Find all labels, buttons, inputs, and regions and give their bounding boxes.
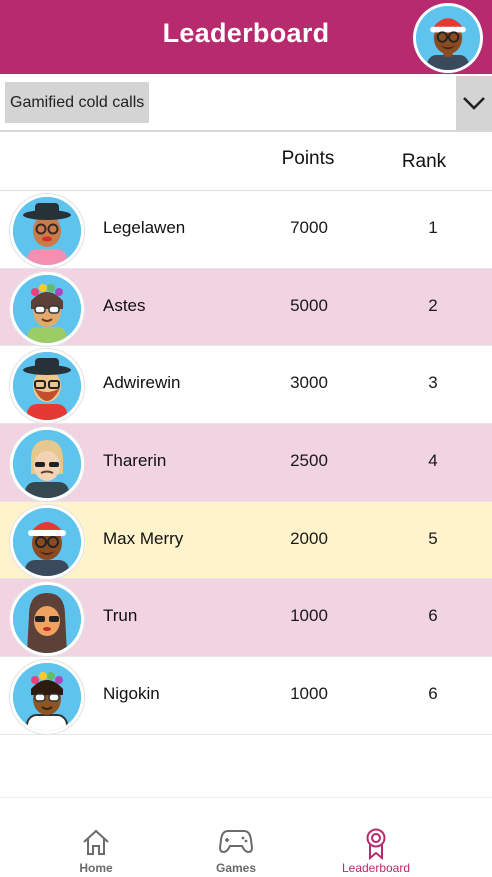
avatar: [9, 659, 85, 736]
bottom-nav: Home Games Leaderboard: [0, 797, 492, 877]
player-name: Trun: [103, 606, 138, 626]
leaderboard-list: Legelawen 7000 1 Astes 5000 2 Adwirewin …: [0, 191, 492, 736]
player-rank: 6: [428, 684, 438, 704]
player-rank: 2: [428, 295, 438, 315]
player-name: Adwirewin: [103, 373, 181, 393]
game-filter-value[interactable]: Gamified cold calls: [5, 82, 150, 123]
chevron-down-icon[interactable]: [456, 76, 492, 130]
leaderboard-row[interactable]: Tharerin 2500 4: [0, 424, 492, 503]
leaderboard-row[interactable]: Astes 5000 2: [0, 268, 492, 347]
app-header: Leaderboard: [0, 0, 492, 74]
player-points: 1000: [290, 684, 328, 704]
award-ribbon-icon: [294, 828, 458, 860]
leaderboard-row[interactable]: Trun 1000 6: [0, 579, 492, 658]
column-header-points: Points: [281, 148, 335, 169]
game-filter-dropdown[interactable]: Gamified cold calls: [0, 74, 492, 132]
leaderboard-row-current-user[interactable]: Max Merry 2000 5: [0, 501, 492, 580]
player-points: 5000: [290, 295, 328, 315]
leaderboard-row[interactable]: Nigokin 1000 6: [0, 657, 492, 736]
player-points: 2500: [290, 451, 328, 471]
avatar: [416, 6, 480, 70]
player-name: Tharerin: [103, 451, 167, 471]
player-rank: 3: [428, 373, 438, 393]
avatar: [9, 426, 85, 503]
avatar: [9, 348, 85, 425]
avatar: [9, 581, 85, 658]
player-rank: 5: [428, 528, 438, 548]
player-rank: 1: [428, 218, 438, 237]
avatar: [9, 193, 85, 269]
player-name: Nigokin: [103, 684, 160, 704]
avatar: [9, 503, 85, 580]
player-name: Astes: [103, 295, 146, 315]
column-header-rank: Rank: [401, 151, 447, 172]
nav-leaderboard-label: Leaderboard: [341, 861, 411, 875]
leaderboard-row[interactable]: Legelawen 7000 1: [0, 191, 492, 269]
player-points: 7000: [290, 218, 328, 237]
profile-avatar-button[interactable]: [413, 3, 483, 73]
player-points: 2000: [290, 528, 328, 548]
player-name: Legelawen: [103, 218, 186, 237]
avatar: [9, 270, 85, 347]
player-name: Max Merry: [103, 528, 184, 548]
player-points: 1000: [290, 606, 328, 626]
nav-leaderboard[interactable]: Leaderboard: [294, 798, 458, 877]
player-rank: 6: [428, 606, 438, 626]
leaderboard-row[interactable]: Adwirewin 3000 3: [0, 346, 492, 425]
player-points: 3000: [290, 373, 328, 393]
player-rank: 4: [428, 451, 438, 471]
